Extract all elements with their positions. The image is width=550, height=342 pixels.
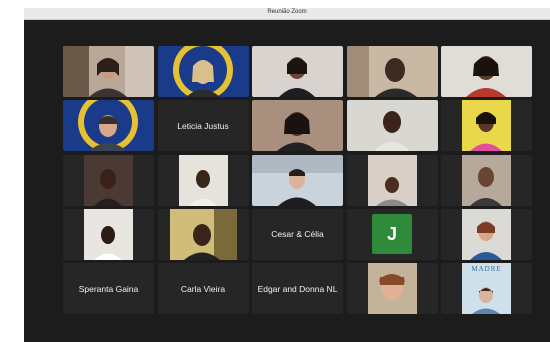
book-cover-title: MADRE	[471, 265, 502, 273]
participant-video	[462, 154, 511, 206]
title-bar: Reunião Zoom	[24, 8, 550, 20]
participant-tile[interactable]	[63, 46, 154, 97]
participant-video	[367, 263, 417, 314]
participant-tile[interactable]	[63, 154, 154, 206]
participant-tile[interactable]	[157, 208, 249, 260]
participant-tile-no-video[interactable]: Cesar & Célia	[252, 208, 343, 260]
participant-video	[367, 154, 417, 206]
participant-video	[63, 46, 154, 97]
participant-video	[84, 208, 133, 260]
participant-tile-no-video[interactable]: J	[346, 208, 438, 260]
participant-tile[interactable]	[441, 100, 532, 152]
participant-tile[interactable]	[346, 263, 438, 314]
participant-tile[interactable]	[441, 208, 532, 260]
participant-name: Leticia Justus	[177, 120, 229, 131]
participant-tile[interactable]	[63, 100, 154, 152]
participant-video	[462, 100, 511, 152]
participant-video	[157, 46, 249, 97]
participant-video	[169, 208, 237, 260]
participant-video	[252, 154, 343, 206]
participant-tile[interactable]	[441, 154, 532, 206]
participant-video	[178, 154, 228, 206]
participant-video	[441, 46, 532, 97]
participant-video	[346, 100, 438, 152]
participant-tile[interactable]	[346, 154, 438, 206]
participant-video: MADRE	[462, 263, 511, 314]
participant-video	[252, 100, 343, 152]
participant-tile-no-video[interactable]: Leticia Justus	[157, 100, 249, 152]
participant-tile[interactable]	[346, 46, 438, 97]
participant-name: Speranta Gaina	[78, 283, 139, 294]
participant-tile-active-speaker[interactable]	[441, 46, 532, 97]
gallery-grid: Leticia Justus Cesar & Célia J Speranta …	[63, 46, 532, 318]
participant-video	[252, 46, 343, 97]
participant-tile[interactable]	[157, 154, 249, 206]
participant-tile-no-video[interactable]: Speranta Gaina	[63, 263, 154, 314]
participant-tile[interactable]	[252, 100, 343, 152]
participant-name: Edgar and Donna NL	[257, 283, 338, 294]
participant-tile[interactable]	[346, 100, 438, 152]
avatar-initial: J	[372, 214, 412, 255]
participant-tile-no-video[interactable]: Carla Vieira	[157, 263, 249, 314]
participant-tile-no-video[interactable]: Edgar and Donna NL	[252, 263, 343, 314]
window-title: Reunião Zoom	[267, 9, 307, 15]
participant-name: Carla Vieira	[180, 283, 226, 294]
participant-tile[interactable]	[63, 208, 154, 260]
participant-tile[interactable]	[252, 154, 343, 206]
zoom-window: Reunião Zoom Leticia Justus Cesar & Céli…	[24, 8, 550, 342]
participant-name: Cesar & Célia	[271, 229, 324, 240]
participant-video	[63, 100, 154, 152]
participant-tile[interactable]	[252, 46, 343, 97]
participant-video	[84, 154, 133, 206]
participant-video	[462, 208, 511, 260]
participant-tile[interactable]	[157, 46, 249, 97]
participant-video	[346, 46, 438, 97]
participant-tile[interactable]: MADRE	[441, 263, 532, 314]
